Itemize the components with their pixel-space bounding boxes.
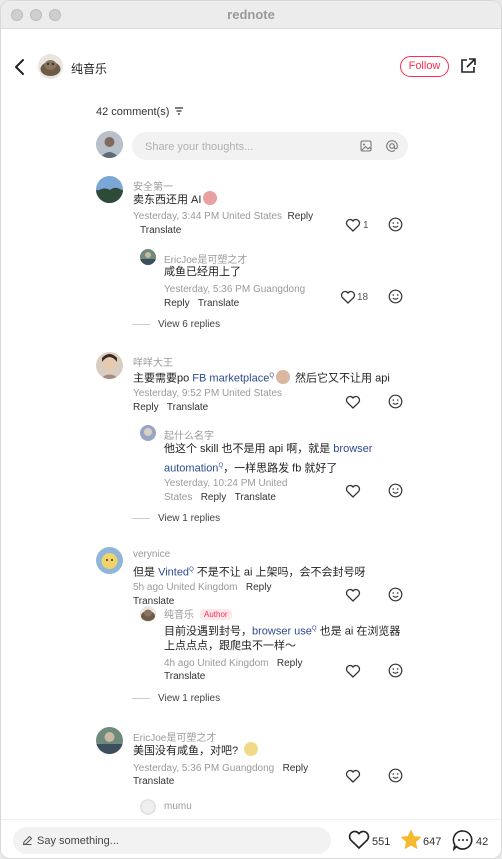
author-badge: Author bbox=[200, 609, 232, 620]
comment-count[interactable]: 42 comment(s) bbox=[96, 106, 184, 118]
reply-meta: 4h ago United Kingdom Reply bbox=[164, 658, 303, 669]
commenter-avatar[interactable] bbox=[96, 547, 123, 574]
post-header: 纯音乐 Follow bbox=[1, 29, 501, 107]
author-name[interactable]: 纯音乐 bbox=[71, 60, 107, 77]
comment-meta: Yesterday, 3:44 PM United States Reply bbox=[133, 211, 314, 222]
commenter-avatar[interactable] bbox=[96, 352, 123, 379]
comment-username[interactable]: 咩咩大王 bbox=[133, 354, 173, 369]
comment-username[interactable]: verynice bbox=[133, 549, 170, 560]
link[interactable]: browser bbox=[333, 443, 372, 455]
translate-link[interactable]: Translate bbox=[164, 671, 205, 682]
link[interactable]: browser use bbox=[252, 626, 312, 638]
my-avatar bbox=[96, 131, 123, 158]
reply-link[interactable]: Reply bbox=[133, 402, 159, 413]
heart-icon[interactable] bbox=[345, 394, 361, 410]
reply-text-line1: 他这个 skill 也不是用 api 啊，就是 browser bbox=[164, 443, 373, 455]
view-replies-link[interactable]: View 6 replies bbox=[132, 319, 220, 330]
emoji-react-icon[interactable] bbox=[388, 217, 403, 232]
comment-input[interactable]: Share your thoughts... bbox=[132, 132, 408, 160]
reply-link[interactable]: Reply bbox=[277, 658, 303, 669]
reply-username[interactable]: 纯音乐 Author bbox=[164, 606, 232, 621]
like-count: 18 bbox=[357, 292, 369, 303]
bottom-bar: Say something... 551 647 42 bbox=[1, 819, 501, 858]
comment-text: 但是 VintedQ 不是不让 ai 上架吗，会不会封号呀 bbox=[133, 566, 366, 579]
comment-meta: Yesterday, 5:36 PM Guangdong Reply bbox=[133, 763, 309, 774]
reply-text: 咸鱼已经用上了 bbox=[164, 266, 241, 278]
reply-time: Yesterday, 5:36 PM Guangdong bbox=[164, 284, 306, 295]
comment-text: 美国没有咸鱼，对吧? bbox=[133, 742, 259, 760]
share-icon[interactable] bbox=[459, 57, 477, 75]
reply-time: Yesterday, 10:24 PM United bbox=[164, 478, 288, 489]
translate-link[interactable]: Translate bbox=[140, 225, 181, 236]
emoji-react-icon[interactable] bbox=[388, 768, 403, 783]
mention-icon[interactable] bbox=[385, 139, 399, 153]
comment-meta: 5h ago United Kingdom Reply bbox=[133, 582, 272, 593]
like-count: 1 bbox=[363, 220, 369, 231]
author-avatar[interactable] bbox=[38, 54, 63, 79]
comment-actions: Reply Translate bbox=[133, 401, 208, 415]
emoji-react-icon[interactable] bbox=[388, 663, 403, 678]
emoji-icon bbox=[203, 191, 218, 205]
emoji-react-icon[interactable] bbox=[388, 289, 403, 304]
commenter-avatar[interactable] bbox=[96, 727, 123, 754]
sort-icon[interactable] bbox=[174, 107, 184, 115]
reply-actions: Reply Translate bbox=[164, 297, 239, 311]
emoji-react-icon[interactable] bbox=[388, 587, 403, 602]
translate-link[interactable]: Translate bbox=[133, 776, 174, 787]
like-heart-icon[interactable] bbox=[348, 830, 370, 850]
translate-link[interactable]: Translate bbox=[198, 298, 239, 309]
reply-link[interactable]: Reply bbox=[246, 582, 272, 593]
reply-text-line2: automationQ，一样思路发 fb 就好了 bbox=[164, 462, 338, 475]
emoji-icon bbox=[244, 742, 259, 756]
reply-avatar[interactable] bbox=[140, 606, 156, 622]
star-icon[interactable] bbox=[400, 829, 422, 850]
comment-bubble-icon[interactable] bbox=[452, 829, 474, 851]
reply-link[interactable]: Reply bbox=[201, 492, 227, 503]
reply-username[interactable]: 起什么名字 bbox=[164, 427, 214, 442]
reply-link[interactable]: Reply bbox=[288, 211, 314, 222]
heart-icon[interactable] bbox=[345, 768, 361, 784]
reply-text-line2: 上点点点，跟爬虫不一样～ bbox=[164, 640, 296, 652]
view-replies-link[interactable]: View 1 replies bbox=[132, 513, 220, 524]
app-window: rednote 纯音乐 Follow 42 comment(s) Share y… bbox=[0, 0, 502, 859]
back-arrow-icon[interactable] bbox=[11, 57, 29, 77]
reply-actions: States Reply Translate bbox=[164, 492, 276, 503]
say-something-input[interactable]: Say something... bbox=[13, 827, 331, 854]
collects-count: 647 bbox=[423, 836, 442, 848]
link[interactable]: Vinted bbox=[158, 567, 189, 579]
heart-icon[interactable] bbox=[345, 483, 361, 499]
reply-avatar[interactable] bbox=[140, 425, 156, 441]
link[interactable]: automation bbox=[164, 463, 218, 475]
title-bar: rednote bbox=[1, 1, 501, 29]
translate-link[interactable]: Translate bbox=[167, 402, 208, 413]
translate-link[interactable]: Translate bbox=[235, 492, 276, 503]
likes-count: 551 bbox=[372, 836, 391, 848]
comments-count: 42 bbox=[476, 836, 489, 848]
reply-link[interactable]: Reply bbox=[164, 298, 190, 309]
view-replies-link[interactable]: View 1 replies bbox=[132, 693, 220, 704]
image-icon[interactable] bbox=[360, 140, 372, 152]
emoji-icon bbox=[276, 369, 290, 384]
comment-time: Yesterday, 9:52 PM United States bbox=[133, 388, 282, 399]
reply-avatar[interactable] bbox=[140, 799, 156, 815]
comment-text: 卖东西还用 AI bbox=[133, 191, 218, 209]
reply-avatar[interactable] bbox=[140, 249, 156, 265]
comment-text: 主要需要po FB marketplaceQ 然后它又不让用 api bbox=[133, 368, 390, 388]
follow-button[interactable]: Follow bbox=[400, 56, 449, 77]
commenter-avatar[interactable] bbox=[96, 176, 123, 203]
heart-icon[interactable] bbox=[340, 289, 356, 305]
heart-icon[interactable] bbox=[345, 663, 361, 679]
reply-username[interactable]: mumu bbox=[164, 801, 192, 812]
emoji-react-icon[interactable] bbox=[388, 483, 403, 498]
heart-icon[interactable] bbox=[345, 587, 361, 603]
window-title: rednote bbox=[227, 7, 275, 22]
link[interactable]: FB marketplace bbox=[192, 373, 269, 385]
reply-link[interactable]: Reply bbox=[283, 763, 309, 774]
heart-icon[interactable] bbox=[345, 217, 361, 233]
pencil-icon bbox=[22, 835, 33, 846]
emoji-react-icon[interactable] bbox=[388, 394, 403, 409]
